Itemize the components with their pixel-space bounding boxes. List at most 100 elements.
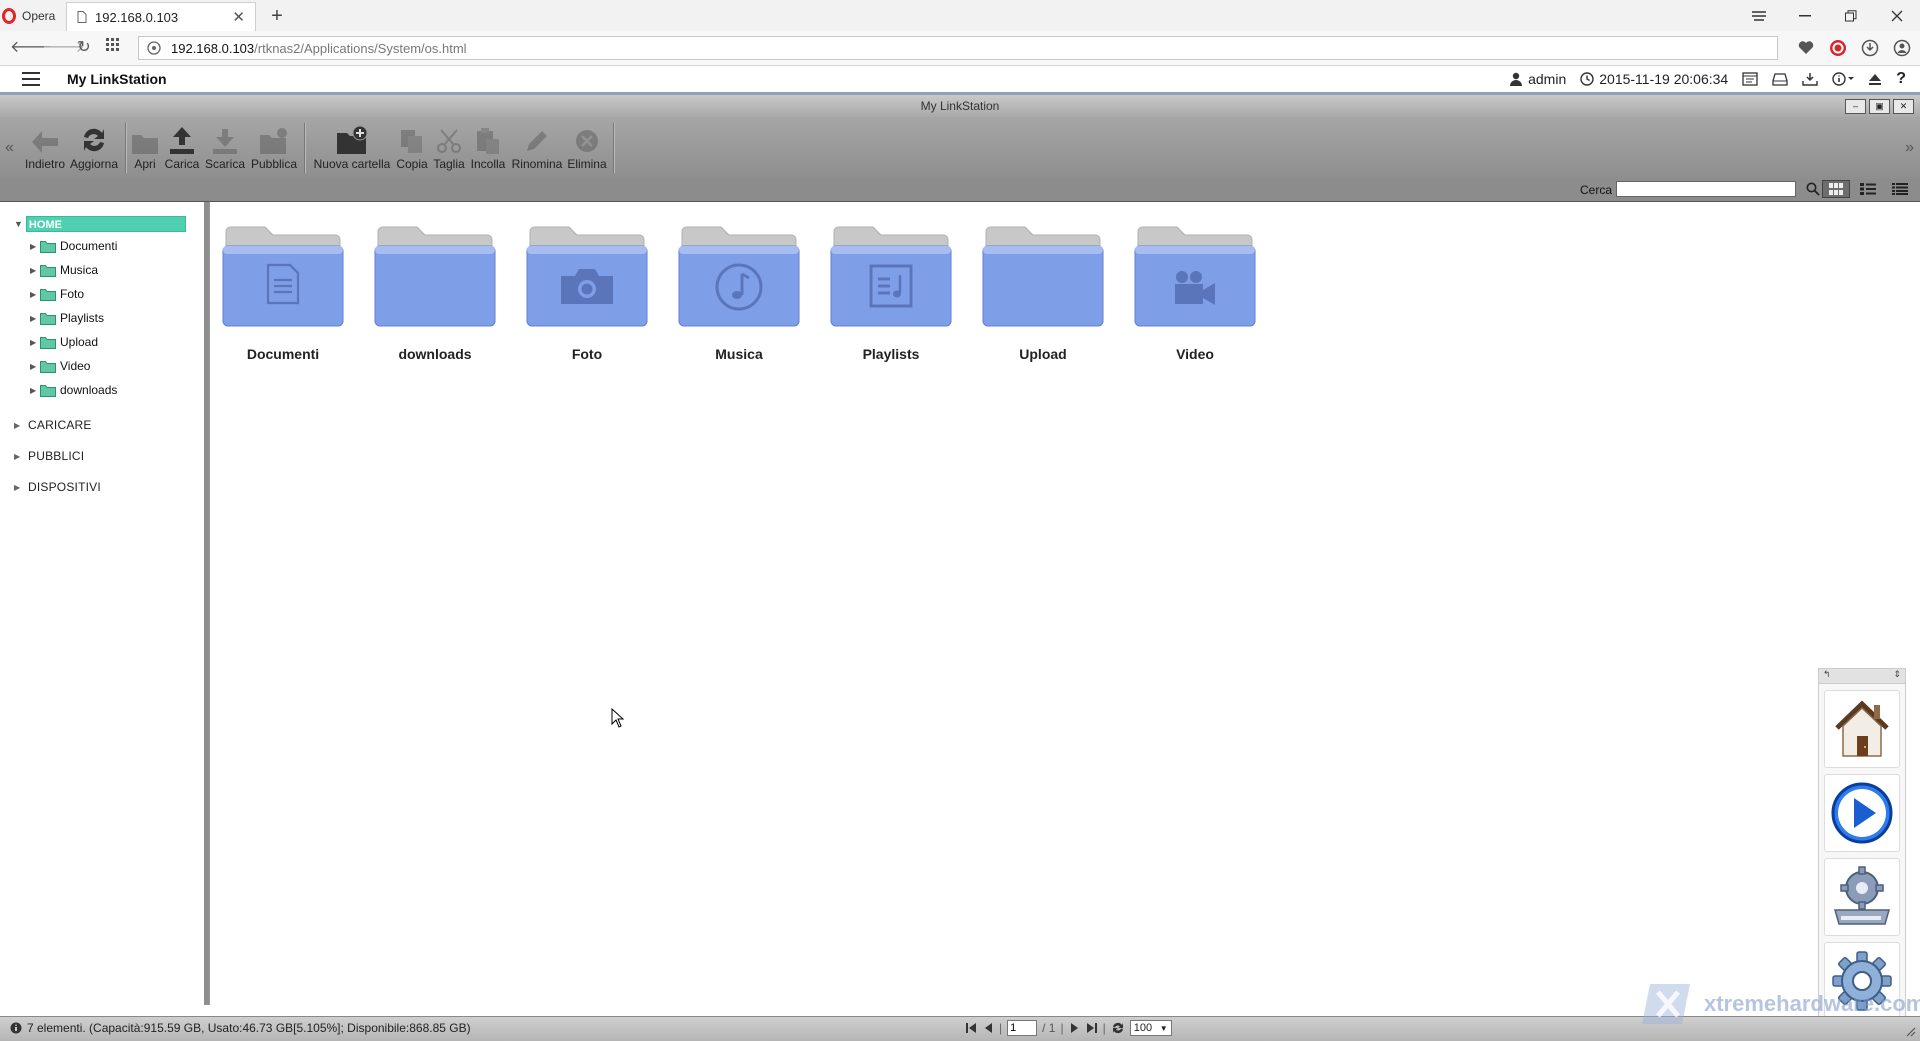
copy-button[interactable]: Copia — [394, 123, 430, 171]
heart-icon[interactable] — [1794, 36, 1818, 60]
dock-toggle-icon[interactable]: ⇕ — [1893, 669, 1901, 683]
expand-right-icon[interactable]: ▶ — [30, 362, 40, 371]
window-titlebar[interactable]: My LinkStation – ▣ ✕ — [0, 95, 1920, 117]
sidebar-section-caricare[interactable]: ▶ CARICARE — [14, 418, 92, 432]
account-icon[interactable] — [1890, 36, 1914, 60]
task-manager-icon[interactable] — [1742, 72, 1758, 86]
folder-musica[interactable]: Musica — [669, 220, 809, 362]
info-menu-icon[interactable] — [1832, 72, 1855, 86]
folder-icon — [40, 288, 56, 301]
user-menu[interactable]: admin — [1509, 71, 1566, 87]
upload-button-label: Carica — [164, 157, 200, 171]
publish-button[interactable]: Pubblica — [248, 123, 300, 171]
back-arrow-icon — [32, 131, 58, 153]
last-page-icon[interactable] — [1086, 1022, 1098, 1034]
folder-upload[interactable]: Upload — [973, 220, 1113, 362]
folder-downloads[interactable]: downloads — [365, 220, 505, 362]
back-button-label: Indietro — [24, 157, 66, 171]
help-icon[interactable]: ? — [1896, 70, 1906, 88]
dock-storage-settings-button[interactable] — [1824, 858, 1900, 936]
browser-tab[interactable]: 192.168.0.103 ✕ — [66, 2, 256, 31]
resize-grip-icon[interactable] — [1904, 1025, 1916, 1037]
expand-right-icon[interactable]: ▶ — [30, 314, 40, 323]
new-folder-button[interactable]: Nuova cartella — [310, 123, 394, 171]
minimize-icon[interactable]: – — [1845, 99, 1866, 114]
download-manager-icon[interactable] — [1858, 36, 1882, 60]
house-icon — [1835, 700, 1889, 757]
page-size-select[interactable]: 100 ▼ — [1129, 1020, 1172, 1036]
list-view-button[interactable] — [1854, 180, 1882, 198]
dock-back-icon[interactable]: ↰ — [1823, 669, 1831, 683]
info-icon — [10, 1022, 22, 1034]
sidebar-section-pubblici[interactable]: ▶ PUBBLICI — [14, 449, 84, 463]
opera-menu-button[interactable]: Opera — [0, 0, 68, 31]
folder-playlists[interactable]: Playlists — [821, 220, 961, 362]
expand-right-icon[interactable]: ▶ — [30, 290, 40, 299]
page-icon — [77, 11, 87, 23]
toolbar-scroll-right-icon[interactable]: » — [1905, 139, 1914, 157]
address-bar[interactable]: 192.168.0.103/rtknas2/Applications/Syste… — [138, 36, 1778, 60]
site-info-icon[interactable] — [147, 41, 161, 55]
drive-icon[interactable] — [1772, 72, 1788, 86]
rename-button[interactable]: Rinomina — [509, 123, 565, 171]
upload-button[interactable]: Carica — [162, 123, 202, 171]
tree-home[interactable]: ▼ HOME — [14, 216, 186, 232]
expand-right-icon[interactable]: ▶ — [30, 386, 40, 395]
dock-home-button[interactable] — [1824, 690, 1900, 768]
tree-item-playlists[interactable]: ▶ Playlists — [30, 310, 104, 326]
large-folder-icon — [1134, 226, 1256, 327]
toolbar-scroll-left-icon[interactable]: « — [5, 139, 14, 157]
delete-button[interactable]: Elimina — [565, 123, 609, 171]
expand-right-icon[interactable]: ▶ — [30, 242, 40, 251]
expand-right-icon[interactable]: ▶ — [14, 452, 28, 461]
tree-item-video[interactable]: ▶ Video — [30, 358, 90, 374]
restore-window-button[interactable] — [1828, 0, 1874, 31]
address-path: /rtknas2/Applications/System/os.html — [254, 40, 467, 56]
expand-right-icon[interactable]: ▶ — [30, 338, 40, 347]
back-icon[interactable]: 🡐 — [10, 38, 53, 58]
expand-right-icon[interactable]: ▶ — [14, 483, 28, 492]
forward-icon[interactable]: 🡒 — [42, 38, 85, 58]
dock-media-player-button[interactable] — [1824, 774, 1900, 852]
maximize-icon[interactable]: ▣ — [1869, 99, 1890, 114]
expand-right-icon[interactable]: ▶ — [30, 266, 40, 275]
sidebar-section-dispositivi[interactable]: ▶ DISPOSITIVI — [14, 480, 101, 494]
tree-item-foto[interactable]: ▶ Foto — [30, 286, 84, 302]
hamburger-menu-icon[interactable] — [22, 72, 40, 86]
close-window-button[interactable] — [1874, 0, 1920, 31]
detail-view-button[interactable] — [1886, 180, 1914, 198]
search-input[interactable] — [1616, 181, 1796, 197]
speed-dial-icon[interactable] — [106, 38, 126, 58]
expand-right-icon[interactable]: ▶ — [14, 421, 28, 430]
tree-item-documenti[interactable]: ▶ Documenti — [30, 238, 117, 254]
first-page-icon[interactable] — [965, 1022, 977, 1034]
expand-down-icon[interactable]: ▼ — [14, 219, 23, 229]
eject-icon[interactable] — [1868, 72, 1882, 86]
reload-list-icon[interactable] — [1111, 1021, 1125, 1035]
tab-menu-icon[interactable] — [1736, 0, 1782, 31]
back-button[interactable]: Indietro — [22, 123, 68, 171]
folder-video[interactable]: Video — [1125, 220, 1265, 362]
folder-foto[interactable]: Foto — [517, 220, 657, 362]
tree-item-musica[interactable]: ▶ Musica — [30, 262, 98, 278]
paste-button[interactable]: Incolla — [468, 123, 508, 171]
new-tab-button[interactable]: + — [264, 2, 290, 30]
reload-icon[interactable]: ↻ — [74, 38, 94, 58]
cut-button[interactable]: Taglia — [431, 123, 467, 171]
adblock-icon[interactable] — [1826, 36, 1850, 60]
refresh-button[interactable]: Aggiorna — [68, 123, 120, 171]
download-tray-icon[interactable] — [1802, 72, 1818, 86]
open-button[interactable]: Apri — [130, 123, 160, 171]
icon-view-button[interactable] — [1822, 180, 1850, 198]
minimize-window-button[interactable] — [1782, 0, 1828, 31]
tab-close-icon[interactable]: ✕ — [232, 8, 245, 26]
prev-page-icon[interactable] — [982, 1022, 994, 1034]
next-page-icon[interactable] — [1069, 1022, 1081, 1034]
tree-item-downloads[interactable]: ▶ downloads — [30, 382, 117, 398]
close-icon[interactable]: ✕ — [1893, 99, 1914, 114]
search-icon[interactable] — [1806, 182, 1820, 196]
folder-documenti[interactable]: Documenti — [213, 220, 353, 362]
tree-item-upload[interactable]: ▶ Upload — [30, 334, 98, 350]
download-button[interactable]: Scarica — [203, 123, 247, 171]
page-number-input[interactable] — [1007, 1020, 1038, 1036]
